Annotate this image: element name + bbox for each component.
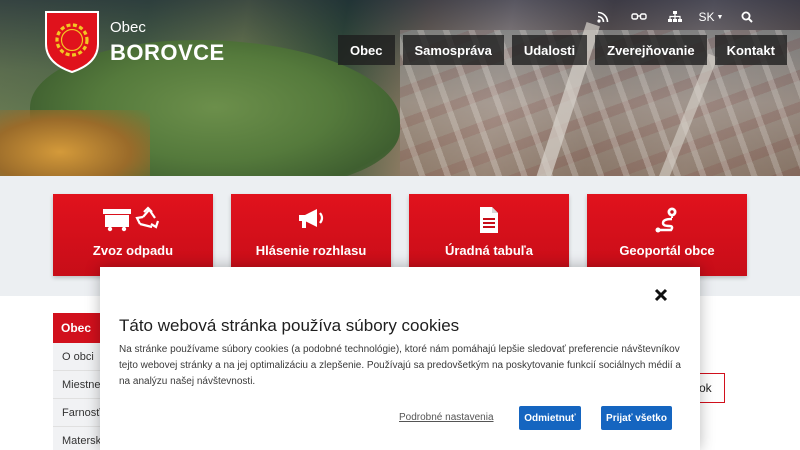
nav-item-zverejnovanie[interactable]: Zverejňovanie [595, 35, 707, 65]
caret-down-icon: ▼ [716, 13, 724, 21]
brand-prefix: Obec [110, 19, 146, 36]
main-nav: Obec Samospráva Udalosti Zverejňovanie K… [338, 35, 787, 65]
language-selector[interactable]: SK ▼ [693, 10, 729, 24]
nav-item-obec[interactable]: Obec [338, 35, 395, 65]
side-menu-item[interactable]: O obci [53, 343, 100, 371]
side-menu-item[interactable]: Farnosť [53, 399, 100, 427]
side-menu-item[interactable]: Materská [53, 427, 100, 450]
brand-name[interactable]: BOROVCE [110, 40, 225, 66]
detailed-settings-link[interactable]: Podrobné nastavenia [399, 412, 494, 423]
tile-label: Hlásenie rozhlasu [255, 243, 367, 258]
tile-geoportal[interactable]: Geoportál obce [587, 194, 747, 276]
top-utility-bar: SK ▼ [585, 9, 765, 25]
nav-item-samosprava[interactable]: Samospráva [402, 35, 504, 65]
tile-label: Úradná tabuľa [444, 243, 534, 258]
document-icon [409, 206, 569, 239]
rss-icon[interactable] [585, 9, 621, 25]
accept-all-button[interactable]: Prijať všetko [601, 406, 672, 430]
tile-label: Geoportál obce [619, 243, 715, 258]
coat-of-arms-logo[interactable] [44, 10, 100, 74]
accessibility-glasses-icon[interactable] [621, 9, 657, 25]
reject-button[interactable]: Odmietnuť [519, 406, 581, 430]
side-menu: Obec O obci Miestne Farnosť Materská [53, 313, 100, 450]
side-menu-item[interactable]: Miestne [53, 371, 100, 399]
nav-item-udalosti[interactable]: Udalosti [511, 35, 588, 65]
waste-recycle-icon [53, 206, 213, 237]
tile-waste-collection[interactable]: Zvoz odpadu [53, 194, 213, 276]
nav-item-kontakt[interactable]: Kontakt [714, 35, 787, 65]
map-route-icon [587, 206, 747, 239]
side-menu-heading[interactable]: Obec [53, 313, 100, 343]
hero-field-image [0, 110, 150, 176]
language-label: SK [698, 10, 715, 24]
tile-official-board[interactable]: Úradná tabuľa [409, 194, 569, 276]
hero-banner: Obec BOROVCE SK ▼ Obec Samospráva Udalos… [0, 0, 800, 176]
tile-radio-announcement[interactable]: Hlásenie rozhlasu [231, 194, 391, 276]
search-icon[interactable] [729, 9, 765, 25]
tile-label: Zvoz odpadu [92, 243, 174, 258]
sitemap-icon[interactable] [657, 9, 693, 25]
cookie-dialog-title: Táto webová stránka používa súbory cooki… [119, 316, 460, 335]
megaphone-icon [231, 206, 391, 237]
close-icon[interactable] [653, 287, 669, 303]
cookie-dialog-text: Na stránke používame súbory cookies (a p… [119, 344, 681, 387]
cookie-consent-dialog: Táto webová stránka používa súbory cooki… [100, 267, 700, 450]
